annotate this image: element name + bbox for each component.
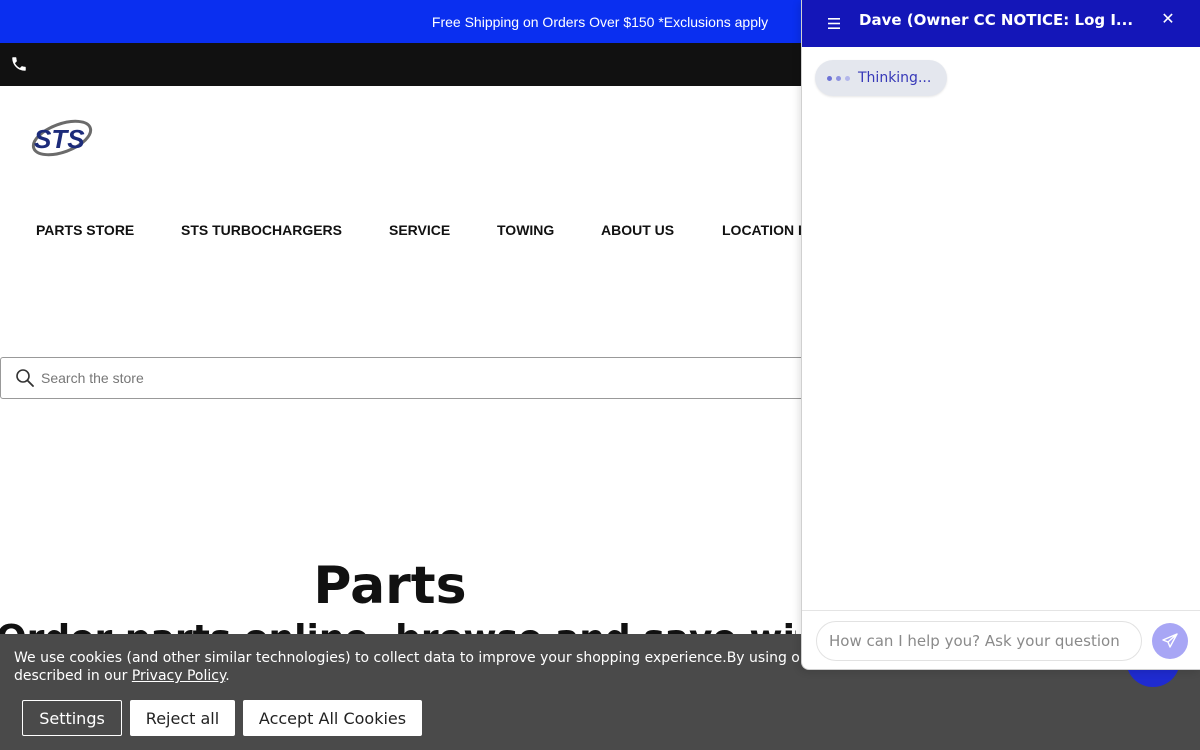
thinking-bubble: Thinking... <box>815 60 947 96</box>
menu-icon[interactable] <box>828 18 840 29</box>
cookie-reject-button[interactable]: Reject all <box>130 700 235 736</box>
hero-title: Parts <box>313 556 467 616</box>
chat-header: Dave (Owner CC NOTICE: Log I... ✕ <box>802 0 1200 47</box>
logo-text: STS <box>34 124 85 154</box>
close-icon[interactable]: ✕ <box>1161 11 1175 28</box>
nav-item-about-us[interactable]: ABOUT US <box>601 222 674 238</box>
cookie-accept-button[interactable]: Accept All Cookies <box>243 700 422 736</box>
chat-input[interactable] <box>816 621 1142 661</box>
chat-panel: Dave (Owner CC NOTICE: Log I... ✕ Thinki… <box>801 0 1200 670</box>
promo-text: Free Shipping on Orders Over $150 *Exclu… <box>431 13 769 30</box>
typing-dots-icon <box>827 75 850 81</box>
search-input[interactable] <box>41 364 741 392</box>
send-button[interactable] <box>1152 623 1188 659</box>
main-nav: PARTS STORE STS TURBOCHARGERS SERVICE TO… <box>0 222 802 242</box>
nav-item-parts-store[interactable]: PARTS STORE <box>36 222 134 238</box>
search-icon[interactable] <box>15 368 35 388</box>
privacy-policy-link[interactable]: Privacy Policy <box>132 668 225 684</box>
nav-item-service[interactable]: SERVICE <box>389 222 450 238</box>
cookie-settings-button[interactable]: Settings <box>22 700 122 736</box>
nav-item-towing[interactable]: TOWING <box>497 222 554 238</box>
chat-title: Dave (Owner CC NOTICE: Log I... <box>859 11 1134 29</box>
chat-footer <box>802 610 1200 670</box>
nav-item-location[interactable]: LOCATION I <box>722 222 802 238</box>
phone-icon[interactable] <box>10 55 28 73</box>
search-box <box>0 357 820 399</box>
nav-item-sts-turbochargers[interactable]: STS TURBOCHARGERS <box>181 222 342 238</box>
send-icon <box>1162 633 1178 648</box>
thinking-text: Thinking... <box>858 70 932 86</box>
sts-logo[interactable]: STS <box>28 108 94 168</box>
cookie-text: We use cookies (and other similar techno… <box>14 650 809 684</box>
